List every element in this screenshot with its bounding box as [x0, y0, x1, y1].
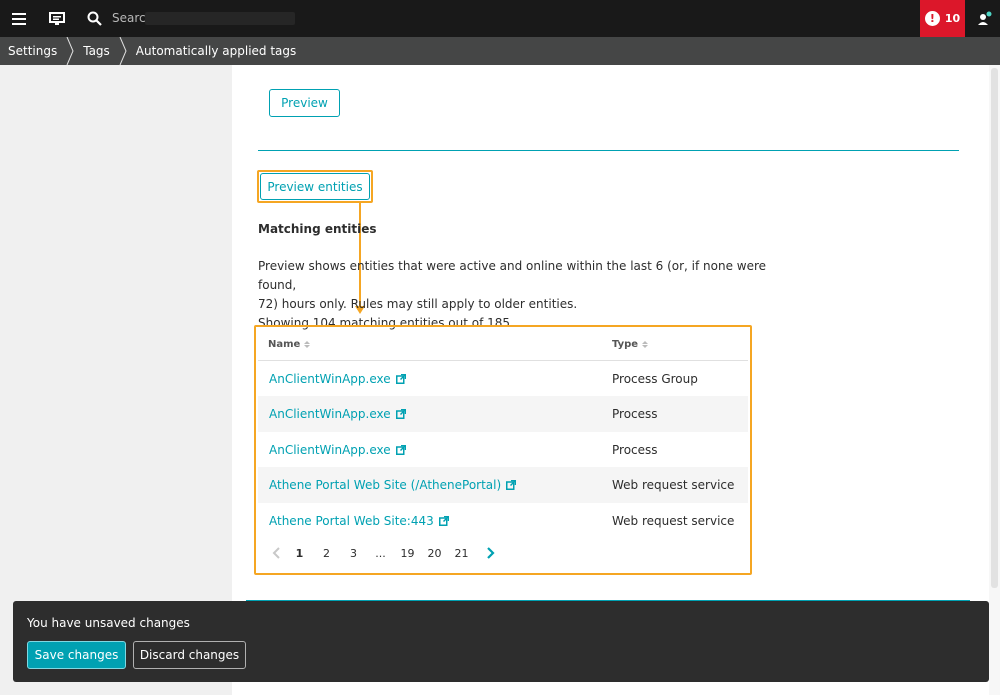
problems-button[interactable]: ! 10 — [920, 0, 965, 37]
external-link-icon[interactable] — [506, 480, 517, 490]
entity-type: Web request service — [612, 478, 735, 492]
preview-button[interactable]: Preview — [269, 89, 340, 117]
description-line: 72) hours only. Rules may still apply to… — [258, 297, 578, 311]
entity-link[interactable]: AnClientWinApp.exe — [269, 372, 406, 386]
table-row: Athene Portal Web Site (/AthenePortal) W… — [258, 467, 748, 503]
entity-name[interactable]: Athene Portal Web Site (/AthenePortal) — [269, 478, 501, 492]
external-link-icon[interactable] — [395, 409, 406, 419]
entity-type: Web request service — [612, 514, 735, 528]
breadcrumb-separator-icon — [119, 37, 127, 65]
page-19[interactable]: 19 — [394, 547, 421, 560]
hamburger-icon[interactable] — [6, 0, 32, 37]
table-row: AnClientWinApp.exe Process Group — [258, 361, 748, 397]
table-row: AnClientWinApp.exe Process — [258, 432, 748, 468]
column-header-label: Name — [268, 339, 301, 350]
sort-icon — [642, 341, 649, 348]
entity-link[interactable]: AnClientWinApp.exe — [269, 443, 406, 457]
save-changes-button[interactable]: Save changes — [27, 641, 126, 669]
breadcrumb-tags[interactable]: Tags — [75, 37, 118, 65]
page-21[interactable]: 21 — [448, 547, 475, 560]
highlight-box-preview-entities — [257, 170, 373, 203]
breadcrumb-settings[interactable]: Settings — [0, 37, 65, 65]
pagination: 1 2 3 ... 19 20 21 — [266, 544, 501, 562]
page-ellipsis: ... — [375, 546, 386, 560]
search-redacted-text — [145, 12, 295, 25]
entity-link[interactable]: AnClientWinApp.exe — [269, 407, 406, 421]
page-20[interactable]: 20 — [421, 547, 448, 560]
page-3[interactable]: 3 — [340, 547, 367, 560]
entity-link[interactable]: Athene Portal Web Site (/AthenePortal) — [269, 478, 517, 492]
problems-count: 10 — [944, 12, 961, 25]
entity-name[interactable]: AnClientWinApp.exe — [269, 372, 391, 386]
column-header-name[interactable]: Name — [268, 339, 311, 350]
breadcrumb-separator-icon — [66, 37, 74, 65]
unsaved-changes-message: You have unsaved changes — [27, 616, 190, 630]
page-1[interactable]: 1 — [286, 547, 313, 560]
entity-name[interactable]: AnClientWinApp.exe — [269, 407, 391, 421]
chevron-left-icon[interactable] — [266, 544, 286, 562]
monitor-icon[interactable] — [44, 0, 70, 37]
top-bar: Search ! 10 — [0, 0, 1000, 37]
entity-type: Process — [612, 443, 658, 457]
entity-link[interactable]: Athene Portal Web Site:443 — [269, 514, 449, 528]
description-line: Preview shows entities that were active … — [258, 259, 767, 292]
external-link-icon[interactable] — [438, 516, 449, 526]
section-divider — [258, 150, 959, 151]
page-2[interactable]: 2 — [313, 547, 340, 560]
discard-changes-button[interactable]: Discard changes — [133, 641, 246, 669]
matching-entities-description: Preview shows entities that were active … — [258, 257, 768, 333]
table-row: AnClientWinApp.exe Process — [258, 396, 748, 432]
external-link-icon[interactable] — [395, 445, 406, 455]
table-row: Athene Portal Web Site:443 Web request s… — [258, 503, 748, 539]
entity-type: Process Group — [612, 372, 698, 386]
column-header-label: Type — [612, 339, 639, 350]
entity-type: Process — [612, 407, 658, 421]
scrollbar-thumb[interactable] — [991, 68, 998, 588]
entity-name[interactable]: AnClientWinApp.exe — [269, 443, 391, 457]
sort-icon — [304, 341, 311, 348]
external-link-icon[interactable] — [395, 374, 406, 384]
search-icon[interactable] — [82, 0, 106, 37]
exclamation-icon: ! — [924, 11, 940, 26]
user-icon[interactable] — [970, 0, 1000, 37]
entity-name[interactable]: Athene Portal Web Site:443 — [269, 514, 434, 528]
chevron-right-icon[interactable] — [481, 544, 501, 562]
matching-entities-title: Matching entities — [258, 222, 377, 236]
breadcrumb: Settings Tags Automatically applied tags — [0, 37, 1000, 65]
column-header-type[interactable]: Type — [612, 339, 649, 350]
breadcrumb-automatically-applied-tags: Automatically applied tags — [135, 44, 297, 58]
